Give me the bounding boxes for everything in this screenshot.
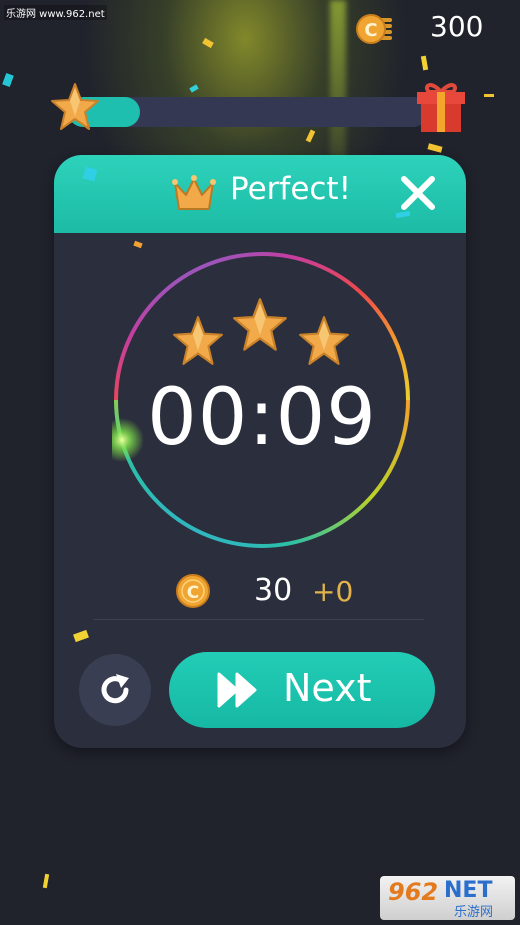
confetti-piece bbox=[189, 84, 199, 93]
level-time: 00:09 bbox=[147, 373, 377, 463]
confetti-piece bbox=[484, 94, 494, 97]
star-icon bbox=[51, 83, 99, 130]
confetti-piece bbox=[420, 55, 429, 71]
restart-icon bbox=[101, 674, 129, 704]
coin-stack-icon: C bbox=[356, 14, 392, 44]
confetti-piece bbox=[202, 37, 214, 49]
watermark-number: 962 bbox=[388, 878, 439, 906]
reward-coins: 30 bbox=[254, 573, 293, 608]
confetti-piece bbox=[427, 143, 443, 153]
watermark-cn: 乐游网 bbox=[454, 905, 494, 920]
level-progress-bar bbox=[68, 97, 428, 127]
confetti-piece bbox=[42, 873, 50, 889]
dialog-header: Perfect! bbox=[54, 155, 466, 233]
result-dialog: Perfect! 00:09 C 30 +0 Next bbox=[54, 155, 466, 748]
close-icon[interactable] bbox=[398, 173, 438, 213]
divider bbox=[94, 619, 424, 620]
next-button[interactable]: Next bbox=[169, 652, 435, 728]
coin-balance: 300 bbox=[430, 10, 484, 43]
star-icon bbox=[173, 316, 223, 365]
coin-icon: C bbox=[176, 574, 210, 608]
result-title: Perfect! bbox=[230, 171, 352, 207]
star-icon bbox=[299, 316, 349, 365]
svg-text:C: C bbox=[187, 583, 199, 603]
watermark-logo: 962 NET 乐游网 bbox=[380, 876, 515, 920]
svg-text:C: C bbox=[364, 20, 377, 41]
reward-bonus: +0 bbox=[312, 575, 354, 608]
confetti-piece bbox=[305, 129, 316, 143]
watermark-text: 乐游网 www.962.net bbox=[4, 5, 107, 20]
watermark-net: NET bbox=[444, 878, 493, 903]
fast-forward-icon bbox=[217, 672, 257, 708]
restart-button[interactable] bbox=[79, 654, 151, 726]
confetti-piece bbox=[2, 72, 14, 88]
crown-icon bbox=[172, 175, 216, 210]
star-icon bbox=[233, 298, 287, 351]
next-button-label: Next bbox=[283, 666, 372, 710]
gift-icon[interactable] bbox=[413, 78, 469, 134]
